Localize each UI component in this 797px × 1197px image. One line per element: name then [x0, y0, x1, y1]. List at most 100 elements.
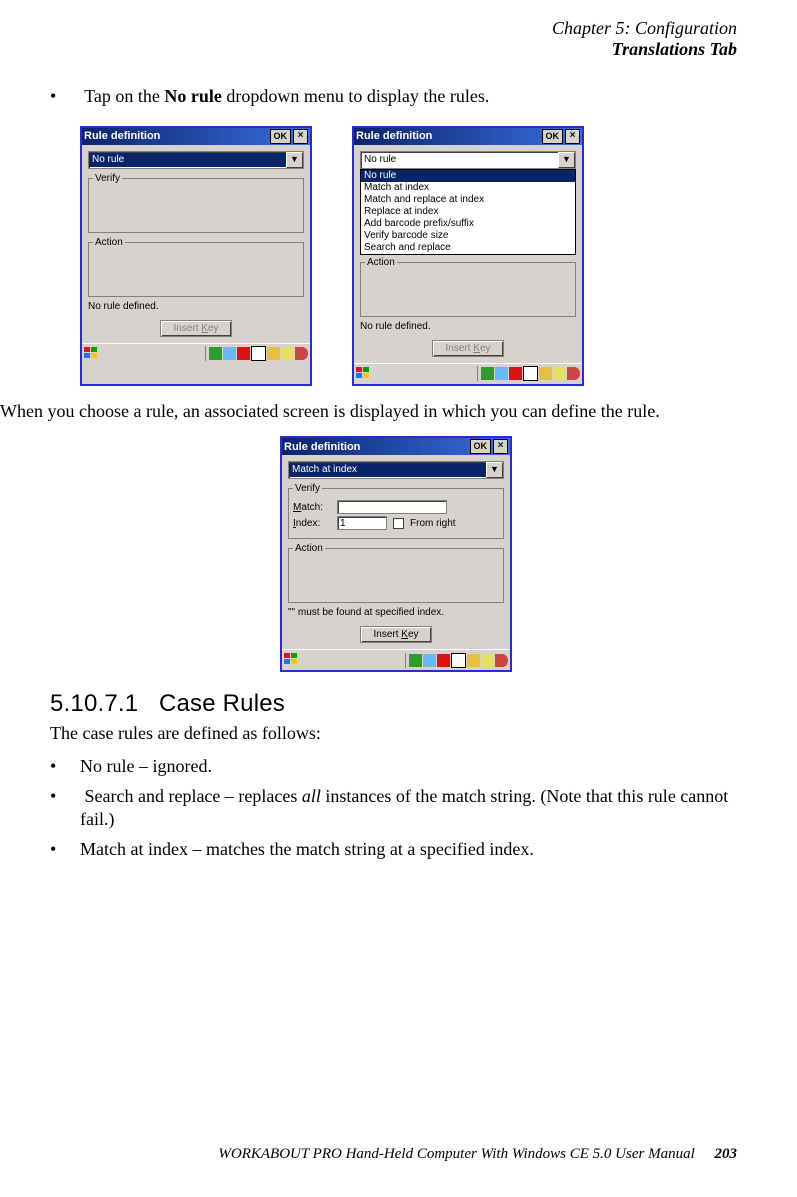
match-label: Match:: [293, 502, 331, 513]
tray-icon[interactable]: [553, 367, 566, 380]
verify-legend: Verify: [93, 173, 122, 184]
tray-icon[interactable]: [467, 654, 480, 667]
verify-group: Verify: [88, 173, 304, 233]
taskbar: [354, 363, 582, 384]
action-legend: Action: [365, 257, 397, 268]
insert-key-button[interactable]: Insert Key: [160, 320, 231, 337]
tray-icon[interactable]: [281, 347, 294, 360]
window-titlebar: Rule definition OK ×: [354, 128, 582, 145]
insert-key-button[interactable]: Insert Key: [360, 626, 431, 643]
dropdown-option[interactable]: No rule: [361, 170, 575, 182]
tray-icon[interactable]: [523, 366, 538, 381]
rule-dropdown[interactable]: No rule ▼: [88, 151, 304, 169]
close-button[interactable]: ×: [565, 129, 580, 144]
tray-icon[interactable]: [251, 346, 266, 361]
action-group: Action: [288, 543, 504, 603]
paragraph-choose-rule: When you choose a rule, an associated sc…: [0, 400, 742, 423]
dropdown-option[interactable]: Add barcode prefix/suffix: [361, 218, 575, 230]
ok-button[interactable]: OK: [270, 129, 292, 144]
chevron-down-icon[interactable]: ▼: [286, 152, 303, 168]
start-icon[interactable]: [284, 653, 300, 667]
dropdown-option[interactable]: Replace at index: [361, 206, 575, 218]
match-input[interactable]: [337, 500, 447, 514]
index-input[interactable]: 1: [337, 516, 387, 530]
intro-post: dropdown menu to display the rules.: [222, 86, 489, 106]
para-case-rules: The case rules are defined as follows:: [50, 722, 742, 745]
tray-icon[interactable]: [423, 654, 436, 667]
tray-icon[interactable]: [437, 654, 450, 667]
window-title: Rule definition: [84, 130, 270, 142]
tray-icon[interactable]: [481, 367, 494, 380]
index-label: Index:: [293, 518, 331, 529]
window-title: Rule definition: [284, 441, 470, 453]
rule-dropdown[interactable]: No rule ▼: [360, 151, 576, 169]
tray-icon[interactable]: [209, 347, 222, 360]
chevron-down-icon[interactable]: ▼: [558, 152, 575, 168]
section-heading: 5.10.7.1 Case Rules: [50, 690, 742, 718]
taskbar: [82, 343, 310, 364]
header-section: Translations Tab: [552, 39, 737, 60]
dropdown-option[interactable]: Match and replace at index: [361, 194, 575, 206]
tray-icon[interactable]: [495, 367, 508, 380]
tray-icon[interactable]: [409, 654, 422, 667]
action-group: Action: [88, 237, 304, 297]
action-legend: Action: [293, 543, 325, 554]
tray-icon[interactable]: [539, 367, 552, 380]
stylus-icon[interactable]: [567, 367, 580, 380]
start-icon[interactable]: [356, 367, 372, 381]
window-body: No rule ▼ Verify Action No rule defined.…: [82, 145, 310, 343]
page-footer: WORKABOUT PRO Hand-Held Computer With Wi…: [0, 1146, 737, 1163]
match-row: Match:: [293, 500, 499, 514]
verify-legend: Verify: [293, 483, 322, 494]
close-button[interactable]: ×: [493, 439, 508, 454]
dropdown-list[interactable]: No rule Match at index Match and replace…: [360, 169, 576, 255]
verify-group: Verify Match: Index: 1 From right: [288, 483, 504, 539]
window-titlebar: Rule definition OK ×: [82, 128, 310, 145]
stylus-icon[interactable]: [495, 654, 508, 667]
close-button[interactable]: ×: [293, 129, 308, 144]
footer-text: WORKABOUT PRO Hand-Held Computer With Wi…: [218, 1146, 694, 1162]
from-right-checkbox[interactable]: [393, 518, 404, 529]
start-icon[interactable]: [84, 347, 100, 361]
action-group: Action: [360, 257, 576, 317]
rule-definition-window-open: Rule definition OK × No rule ▼ No rule M…: [352, 126, 584, 386]
dropdown-option[interactable]: Search and replace: [361, 242, 575, 254]
index-row: Index: 1 From right: [293, 516, 499, 530]
window-body: No rule ▼ No rule Match at index Match a…: [354, 145, 582, 363]
rule-dropdown[interactable]: Match at index ▼: [288, 461, 504, 479]
window-titlebar: Rule definition OK ×: [282, 438, 510, 455]
ok-button[interactable]: OK: [470, 439, 492, 454]
tray-icon[interactable]: [451, 653, 466, 668]
tray-icon[interactable]: [267, 347, 280, 360]
screenshots-row-1: Rule definition OK × No rule ▼ Verify Ac…: [80, 126, 742, 386]
rule-definition-window-closed: Rule definition OK × No rule ▼ Verify Ac…: [80, 126, 312, 386]
stylus-icon[interactable]: [295, 347, 308, 360]
list-item: Search and replace – replaces all instan…: [80, 785, 742, 830]
case-rules-list: No rule – ignored. Search and replace – …: [50, 755, 742, 861]
tray-icon[interactable]: [237, 347, 250, 360]
system-tray: [405, 653, 508, 668]
window-title: Rule definition: [356, 130, 542, 142]
ok-button[interactable]: OK: [542, 129, 564, 144]
insert-key-button[interactable]: Insert Key: [432, 340, 503, 357]
dropdown-selected: No rule: [361, 153, 558, 167]
list-item: No rule – ignored.: [80, 755, 742, 778]
tray-icon[interactable]: [509, 367, 522, 380]
from-right-label: From right: [410, 518, 456, 529]
section-number: 5.10.7.1: [50, 690, 138, 717]
status-text: No rule defined.: [360, 321, 576, 332]
action-legend: Action: [93, 237, 125, 248]
dropdown-selected: Match at index: [289, 463, 486, 477]
system-tray: [477, 366, 580, 381]
tray-icon[interactable]: [223, 347, 236, 360]
dropdown-option[interactable]: Match at index: [361, 182, 575, 194]
status-text: "" must be found at specified index.: [288, 607, 504, 618]
system-tray: [205, 346, 308, 361]
intro-bullet-1: Tap on the No rule dropdown menu to disp…: [80, 85, 742, 108]
section-title: Case Rules: [159, 690, 285, 717]
window-body: Match at index ▼ Verify Match: Index: 1 …: [282, 455, 510, 649]
dropdown-option[interactable]: Verify barcode size: [361, 230, 575, 242]
intro-bold: No rule: [164, 86, 222, 106]
tray-icon[interactable]: [481, 654, 494, 667]
chevron-down-icon[interactable]: ▼: [486, 462, 503, 478]
